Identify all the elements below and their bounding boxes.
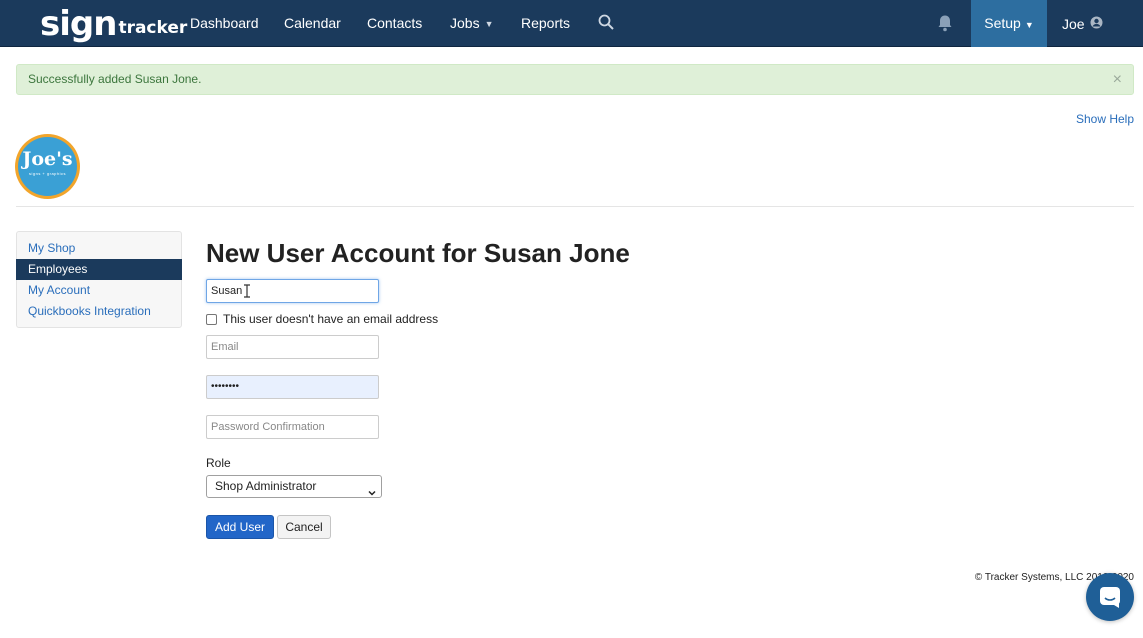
cancel-button[interactable]: Cancel — [277, 515, 331, 539]
sidebar-item-my-shop[interactable]: My Shop — [17, 238, 181, 259]
no-email-row: This user doesn't have an email address — [206, 312, 438, 326]
logo-text: Joe's — [22, 148, 73, 170]
search-icon[interactable] — [598, 14, 616, 32]
shop-logo-inner: Joe's signs + graphics — [18, 137, 77, 196]
nav-reports-label: Reports — [521, 15, 571, 31]
nav-contacts[interactable]: Contacts — [367, 0, 422, 47]
sidebar-item-employees[interactable]: Employees — [16, 259, 182, 280]
nav-setup-label: Setup — [984, 15, 1021, 31]
signtracker-logo[interactable]: sign tracker — [40, 2, 187, 44]
sidebar-item-my-account[interactable]: My Account — [17, 280, 181, 301]
alert-message: Successfully added Susan Jone. — [28, 72, 202, 86]
role-select[interactable]: Shop Administrator — [206, 475, 382, 498]
nav-user-label: Joe — [1062, 15, 1085, 32]
nav-calendar[interactable]: Calendar — [284, 0, 341, 47]
nav-dashboard[interactable]: Dashboard — [190, 0, 259, 47]
no-email-checkbox[interactable] — [206, 313, 217, 325]
page-title: New User Account for Susan Jone — [206, 238, 630, 268]
chevron-down-icon — [368, 483, 376, 496]
nav-calendar-label: Calendar — [284, 15, 341, 31]
nav-setup[interactable]: Setup ▼ — [971, 0, 1047, 47]
logo-subtext: signs + graphics — [28, 171, 66, 176]
nav-dashboard-label: Dashboard — [190, 15, 259, 31]
success-alert: Successfully added Susan Jone. × — [16, 64, 1134, 95]
user-circle-icon — [1090, 1, 1103, 47]
email-field[interactable] — [206, 335, 379, 359]
role-label: Role — [206, 456, 231, 470]
password-field[interactable]: •••••••• — [206, 375, 379, 399]
add-user-button[interactable]: Add User — [206, 515, 274, 539]
nav-user-menu[interactable]: Joe — [1062, 0, 1103, 47]
bell-icon[interactable] — [937, 14, 953, 32]
text-cursor-icon — [243, 284, 251, 298]
brand-tracker: tracker — [118, 18, 188, 38]
name-field[interactable]: Susan — [206, 279, 379, 303]
caret-down-icon: ▼ — [1024, 20, 1034, 30]
nav-jobs-label: Jobs — [450, 15, 480, 31]
divider — [16, 206, 1134, 207]
password-confirmation-field[interactable] — [206, 415, 379, 439]
chat-launcher-button[interactable] — [1086, 573, 1134, 621]
no-email-label: This user doesn't have an email address — [223, 312, 439, 326]
settings-sidebar: My Shop Employees My Account Quickbooks … — [16, 231, 182, 328]
nav-jobs[interactable]: Jobs ▼ — [450, 0, 494, 47]
sidebar-item-quickbooks-integration[interactable]: Quickbooks Integration — [17, 301, 181, 322]
role-select-value: Shop Administrator — [215, 479, 317, 493]
top-navbar: sign tracker Dashboard Calendar Contacts… — [0, 0, 1143, 47]
nav-reports[interactable]: Reports — [521, 0, 570, 47]
brand-sign: sign — [40, 4, 117, 44]
shop-logo: Joe's signs + graphics — [15, 134, 80, 199]
show-help-link[interactable]: Show Help — [1076, 112, 1134, 126]
caret-down-icon: ▼ — [484, 19, 494, 30]
close-icon[interactable]: × — [1113, 65, 1122, 94]
nav-contacts-label: Contacts — [367, 15, 423, 31]
